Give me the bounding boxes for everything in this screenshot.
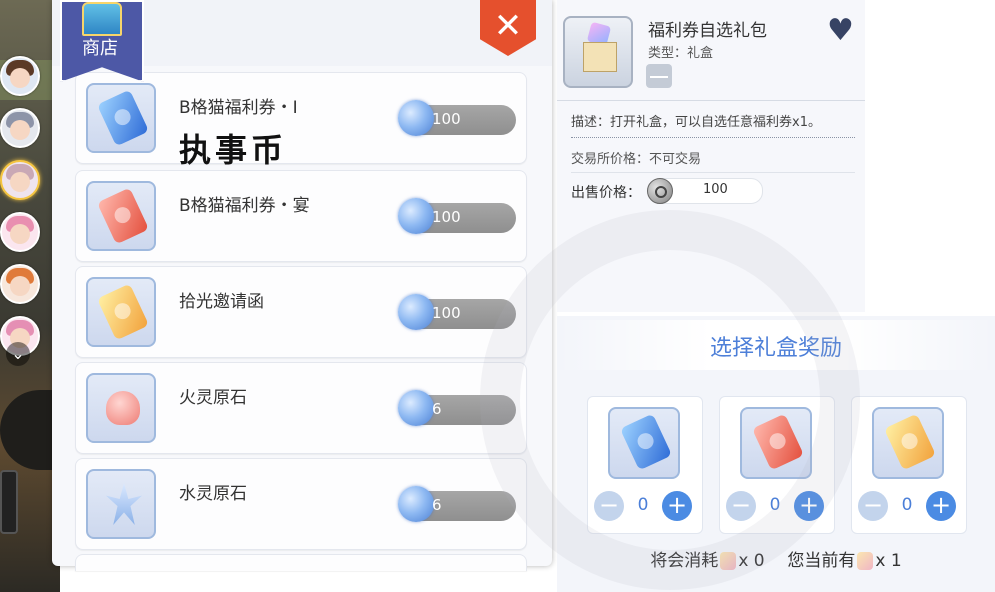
gold-ticket-icon bbox=[96, 283, 150, 341]
coin-icon bbox=[398, 390, 434, 426]
gift-box-icon bbox=[857, 552, 874, 570]
avatar-face bbox=[10, 68, 30, 88]
crystal-stone-icon bbox=[106, 483, 142, 525]
shop-item[interactable]: 拾光邀请函 100 bbox=[75, 266, 527, 358]
chevron-down-icon[interactable]: ⌄ bbox=[6, 342, 30, 366]
increase-button[interactable]: + bbox=[794, 491, 824, 521]
trade-price: 交易所价格：不可交易 bbox=[571, 152, 702, 167]
item-thumbnail bbox=[86, 277, 156, 347]
reward-option: − 0 + bbox=[851, 396, 967, 534]
shop-item[interactable]: B格猫福利券・宴 100 bbox=[75, 170, 527, 262]
consume-label: 将会消耗 bbox=[650, 551, 719, 571]
item-thumbnail bbox=[86, 83, 156, 153]
background-decoration bbox=[0, 390, 60, 470]
detail-type: 类型：礼盒 bbox=[648, 46, 714, 61]
item-thumbnail bbox=[86, 373, 156, 443]
detail-title: 福利券自选礼包 bbox=[648, 21, 767, 41]
character-avatar[interactable] bbox=[0, 108, 40, 148]
item-detail-panel: 福利券自选礼包 类型：礼盒 ♥ 描述：打开礼盒，可以自选任意福利券x1。 交易所… bbox=[557, 0, 865, 312]
collapse-icon[interactable] bbox=[646, 64, 672, 88]
blue-ticket-icon bbox=[619, 413, 673, 471]
divider bbox=[571, 137, 855, 138]
shop-panel: B格猫福利券・I 执事币 100 B格猫福利券・宴 100 拾光邀请函 100 bbox=[52, 0, 552, 571]
item-thumbnail bbox=[86, 469, 156, 539]
background-decoration bbox=[0, 470, 18, 534]
red-ticket-icon bbox=[96, 187, 150, 245]
option-quantity: 0 bbox=[901, 495, 913, 515]
character-avatar-selected[interactable] bbox=[0, 160, 40, 200]
sell-price-label: 出售价格： bbox=[571, 185, 641, 201]
decrease-button[interactable]: − bbox=[594, 491, 624, 521]
character-avatar[interactable] bbox=[0, 212, 40, 252]
decrease-button[interactable]: − bbox=[726, 491, 756, 521]
avatar-face bbox=[10, 172, 30, 192]
shop-item[interactable]: 水灵原石 6 bbox=[75, 458, 527, 550]
item-thumbnail bbox=[86, 181, 156, 251]
character-avatar[interactable] bbox=[0, 56, 40, 96]
option-thumbnail bbox=[872, 407, 944, 479]
option-quantity: 0 bbox=[637, 495, 649, 515]
shop-item[interactable]: 火灵原石 6 bbox=[75, 362, 527, 454]
gift-box bbox=[583, 42, 617, 72]
gold-ticket-icon bbox=[883, 413, 937, 471]
divider bbox=[557, 100, 865, 101]
empty-area bbox=[866, 0, 995, 316]
gift-box-icon bbox=[563, 16, 633, 88]
shop-title: 商店 bbox=[82, 38, 118, 59]
option-quantity: 0 bbox=[769, 495, 781, 515]
sell-price-value: 100 bbox=[703, 182, 728, 197]
increase-button[interactable]: + bbox=[662, 491, 692, 521]
red-ticket-icon bbox=[751, 413, 805, 471]
favorite-heart-icon[interactable]: ♥ bbox=[827, 16, 854, 46]
avatar-face bbox=[10, 224, 30, 244]
shop-item[interactable]: B格猫福利券・I 执事币 100 bbox=[75, 72, 527, 169]
item-name: 火灵原石 bbox=[179, 388, 247, 408]
decrease-button[interactable]: − bbox=[858, 491, 888, 521]
item-name: B格猫福利券・宴 bbox=[179, 196, 310, 216]
silver-coin-icon bbox=[647, 178, 673, 204]
item-name: 拾光邀请函 bbox=[179, 292, 264, 312]
coin-icon bbox=[398, 294, 434, 330]
reward-title: 选择礼盒奖励 bbox=[709, 336, 842, 361]
gift-box-icon bbox=[720, 552, 737, 570]
item-name: 水灵原石 bbox=[179, 484, 247, 504]
consume-count: x 0 bbox=[738, 551, 765, 571]
avatar-face bbox=[10, 276, 30, 296]
item-price: 100 bbox=[432, 110, 461, 128]
character-avatar[interactable] bbox=[0, 264, 40, 304]
coin-icon bbox=[398, 100, 434, 136]
reward-option: − 0 + bbox=[587, 396, 703, 534]
reward-option: − 0 + bbox=[719, 396, 835, 534]
detail-description: 描述：打开礼盒，可以自选任意福利券x1。 bbox=[571, 115, 821, 130]
blue-ticket-icon bbox=[96, 89, 150, 147]
item-price: 6 bbox=[432, 400, 442, 418]
item-price: 6 bbox=[432, 496, 442, 514]
option-thumbnail bbox=[608, 407, 680, 479]
divider bbox=[571, 172, 855, 173]
consumption-summary: 将会消耗 x 0 您当前有 x 1 bbox=[557, 546, 995, 571]
option-thumbnail bbox=[740, 407, 812, 479]
item-name: B格猫福利券・I bbox=[179, 98, 298, 118]
coin-icon bbox=[398, 486, 434, 522]
item-price: 100 bbox=[432, 208, 461, 226]
shop-badge: 商店 bbox=[60, 0, 144, 82]
reward-selector: 选择礼盒奖励 − 0 + − 0 + − 0 + 将会消耗 x 0 您当前有 x 1 bbox=[557, 316, 995, 592]
coin-icon bbox=[398, 198, 434, 234]
heart-stone-icon bbox=[106, 391, 140, 425]
item-price: 100 bbox=[432, 304, 461, 322]
increase-button[interactable]: + bbox=[926, 491, 956, 521]
owned-label: 您当前有 bbox=[787, 551, 856, 571]
avatar-face bbox=[10, 120, 30, 140]
owned-count: x 1 bbox=[875, 551, 902, 571]
overlay-caption: 执事币 bbox=[179, 131, 288, 169]
shop-item-partial[interactable] bbox=[75, 554, 527, 571]
treasure-chest-icon bbox=[82, 2, 122, 36]
